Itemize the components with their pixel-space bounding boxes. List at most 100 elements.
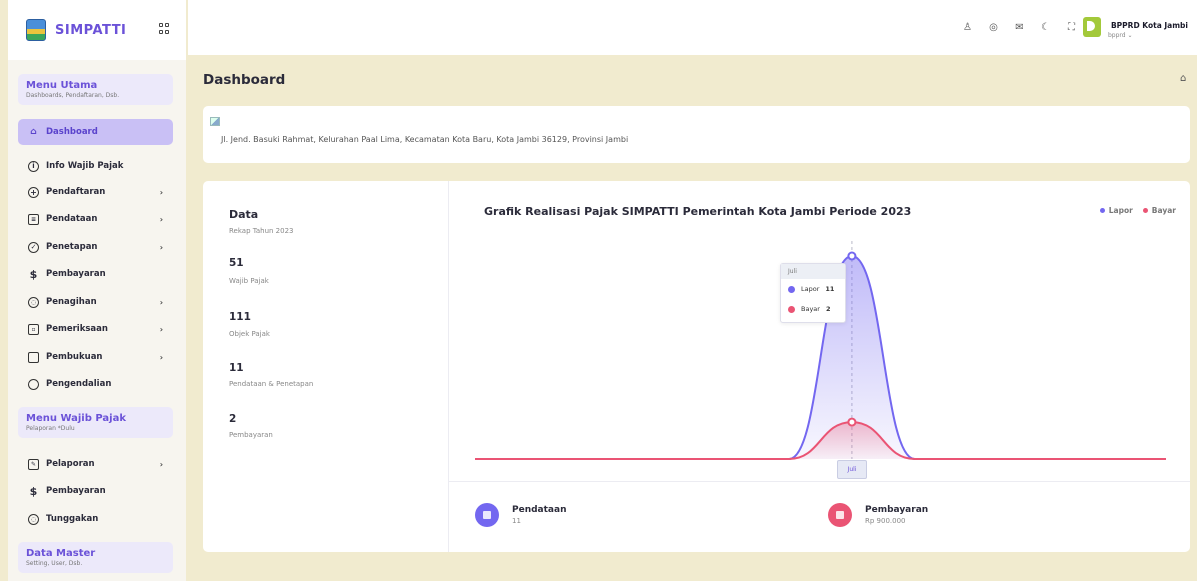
section-subtitle: Pelaporan *Dulu bbox=[26, 425, 75, 432]
clipboard-icon bbox=[28, 351, 39, 363]
tooltip-title: Juli bbox=[781, 264, 845, 279]
sidebar-item-label: Penetapan bbox=[46, 242, 98, 252]
divider bbox=[449, 481, 1190, 482]
sidebar-item-pendataan[interactable]: ≡ Pendataan › bbox=[18, 208, 173, 230]
sidebar-item-pembayaran[interactable]: $ Pembayaran bbox=[18, 263, 173, 285]
summary-title: Pembayaran bbox=[865, 505, 929, 515]
stat-value-pendataan: 11 bbox=[229, 362, 244, 374]
stats-subtitle: Rekap Tahun 2023 bbox=[229, 227, 294, 235]
section-title: Data Master bbox=[26, 548, 96, 559]
home-icon[interactable]: ⌂ bbox=[1180, 73, 1186, 84]
legend-item-bayar[interactable]: Bayar bbox=[1142, 206, 1176, 215]
stat-label-pembayaran: Pembayaran bbox=[229, 431, 273, 439]
avatar[interactable] bbox=[1083, 17, 1101, 37]
address-card: Jl. Jend. Basuki Rahmat, Kelurahan Paal … bbox=[203, 106, 1190, 163]
brand[interactable]: SIMPATTI bbox=[8, 0, 186, 60]
sidebar-item-dashboard[interactable]: ⌂ Dashboard bbox=[18, 119, 173, 145]
section-subtitle: Setting, User, Dsb. bbox=[26, 560, 83, 567]
chevron-right-icon: › bbox=[159, 459, 163, 469]
area-chart[interactable] bbox=[449, 221, 1190, 481]
brand-name: SIMPATTI bbox=[55, 22, 127, 38]
section-subtitle: Dashboards, Pendaftaran, Dsb. bbox=[26, 92, 120, 99]
tooltip-dot bbox=[788, 305, 795, 313]
sidebar-item-info-wajib-pajak[interactable]: i Info Wajib Pajak bbox=[18, 155, 173, 177]
section-title: Menu Utama bbox=[26, 80, 98, 91]
stat-value-wajib-pajak: 51 bbox=[229, 257, 244, 269]
circle-icon bbox=[28, 378, 39, 390]
summary-value: 11 bbox=[512, 517, 521, 525]
summary-value: Rp 900.000 bbox=[865, 517, 906, 525]
summary-pembayaran: Pembayaran Rp 900.000 bbox=[828, 503, 928, 527]
sidebar-item-pemeriksaan[interactable]: ▫ Pemeriksaan › bbox=[18, 318, 173, 340]
dollar-icon: $ bbox=[29, 484, 38, 498]
sidebar-item-tunggakan[interactable]: ◌ Tunggakan bbox=[18, 508, 173, 530]
sidebar-item-pendaftaran[interactable]: + Pendaftaran › bbox=[18, 181, 173, 203]
sidebar-menu: Menu Utama Dashboards, Pendaftaran, Dsb.… bbox=[8, 60, 186, 581]
tooltip-value: 11 bbox=[825, 285, 835, 293]
topbar: ♙ ◎ ✉ ☾ ⛶ BPPRD Kota Jambi bbox=[188, 0, 1197, 55]
user-name[interactable]: BPPRD Kota Jambi bbox=[1111, 21, 1188, 30]
summary-title: Pendataan bbox=[512, 505, 567, 515]
sidebar-item-pembukuan[interactable]: Pembukuan › bbox=[18, 346, 173, 368]
plus-circle-icon: + bbox=[28, 186, 39, 198]
sidebar: SIMPATTI Menu Utama Dashboards, Pendafta… bbox=[8, 0, 186, 581]
lifebuoy-icon: ◌ bbox=[28, 296, 39, 308]
x-axis-crosshair-label: Juli bbox=[837, 460, 867, 479]
home-icon: ⌂ bbox=[30, 127, 37, 137]
sidebar-item-label: Pembayaran bbox=[46, 486, 106, 496]
sidebar-item-label: Pemeriksaan bbox=[46, 324, 108, 334]
data-point-bayar[interactable] bbox=[847, 417, 857, 427]
file-icon: ≡ bbox=[28, 213, 39, 225]
sidebar-item-label: Pendaftaran bbox=[46, 187, 106, 197]
legend-label: Lapor bbox=[1108, 206, 1133, 215]
sidebar-item-label: Penagihan bbox=[46, 297, 97, 307]
stats-title: Data bbox=[229, 208, 259, 221]
chevron-right-icon: › bbox=[159, 324, 163, 334]
stat-value-pembayaran: 2 bbox=[229, 413, 237, 425]
receipt-icon bbox=[828, 503, 852, 527]
user-icon[interactable]: ♙ bbox=[962, 22, 973, 33]
sidebar-item-penagihan[interactable]: ◌ Penagihan › bbox=[18, 291, 173, 313]
mail-icon[interactable]: ✉ bbox=[1014, 22, 1025, 33]
tooltip-value: 2 bbox=[825, 305, 831, 313]
tooltip-row-lapor: Lapor 11 bbox=[781, 279, 845, 299]
fullscreen-icon[interactable]: ⛶ bbox=[1066, 22, 1077, 33]
legend-dot bbox=[1099, 208, 1105, 213]
stat-label-wajib-pajak: Wajib Pajak bbox=[229, 277, 269, 285]
moon-icon[interactable]: ☾ bbox=[1040, 22, 1051, 33]
summary-pendataan: Pendataan 11 bbox=[475, 503, 566, 527]
section-title: Menu Wajib Pajak bbox=[26, 413, 127, 424]
legend-item-lapor[interactable]: Lapor bbox=[1099, 206, 1133, 215]
chart-legend: Lapor Bayar bbox=[1099, 206, 1176, 215]
dashboard-card: Data Rekap Tahun 2023 51 Wajib Pajak 11 1… bbox=[203, 181, 1190, 552]
sidebar-item-label: Dashboard bbox=[46, 127, 98, 137]
location-icon[interactable]: ◎ bbox=[988, 22, 999, 33]
chevron-right-icon: › bbox=[159, 187, 163, 197]
sidebar-item-penetapan[interactable]: ✓ Penetapan › bbox=[18, 236, 173, 258]
sidebar-item-label: Info Wajib Pajak bbox=[46, 161, 124, 171]
chevron-right-icon: › bbox=[159, 297, 163, 307]
stat-label-pendataan: Pendataan & Penetapan bbox=[229, 380, 314, 388]
check-circle-icon: ✓ bbox=[28, 241, 39, 253]
user-role-dropdown[interactable]: bpprd ⌄ bbox=[1108, 32, 1133, 39]
sidebar-item-pengendalian[interactable]: Pengendalian bbox=[18, 373, 173, 395]
tooltip-label: Lapor bbox=[801, 285, 820, 293]
sidebar-item-pelaporan[interactable]: ✎ Pelaporan › bbox=[18, 453, 173, 475]
stat-label-objek-pajak: Objek Pajak bbox=[229, 330, 270, 338]
sidebar-item-label: Pendataan bbox=[46, 214, 98, 224]
section-menu-utama: Menu Utama Dashboards, Pendaftaran, Dsb. bbox=[18, 74, 173, 105]
chevron-right-icon: › bbox=[159, 242, 163, 252]
edit-icon: ✎ bbox=[28, 458, 39, 470]
grid-toggle-icon[interactable] bbox=[159, 23, 170, 34]
calendar-icon: ▫ bbox=[28, 323, 39, 335]
document-icon bbox=[475, 503, 499, 527]
city-logo bbox=[26, 19, 46, 41]
legend-label: Bayar bbox=[1151, 206, 1176, 215]
info-icon: i bbox=[28, 160, 39, 172]
data-point-lapor[interactable] bbox=[847, 251, 857, 261]
sidebar-item-pembayaran-wp[interactable]: $ Pembayaran bbox=[18, 480, 173, 502]
chevron-right-icon: › bbox=[159, 352, 163, 362]
sidebar-item-label: Pembayaran bbox=[46, 269, 106, 279]
chart-tooltip: Juli Lapor 11 Bayar 2 bbox=[780, 263, 846, 323]
sidebar-item-label: Tunggakan bbox=[46, 514, 99, 524]
